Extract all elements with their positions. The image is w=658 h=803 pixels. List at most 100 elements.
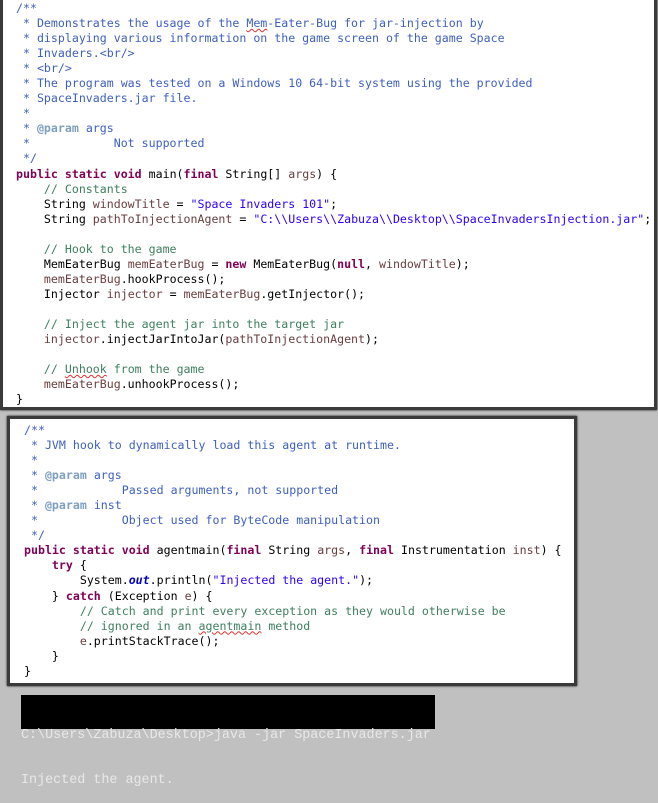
code-line: Injector injector = memEaterBug.getInjec… xyxy=(16,287,651,302)
line-comment: from the game xyxy=(106,362,205,377)
line-comment: // Catch and print every exception as th… xyxy=(24,603,506,618)
code-line: * Passed arguments, not supported xyxy=(24,483,562,498)
code-line: * @param inst xyxy=(24,498,562,513)
code-line: */ xyxy=(16,151,651,166)
line-comment: // ignored in an xyxy=(24,618,199,633)
variable: args xyxy=(288,166,317,181)
variable: windowTitle xyxy=(92,196,170,211)
code-text: ); xyxy=(455,256,470,271)
code-text: ) { xyxy=(540,543,562,558)
javadoc-comment: * The program was tested on a Windows 10… xyxy=(16,76,533,91)
code-text: agentmain( xyxy=(156,543,227,558)
keyword: new xyxy=(225,256,254,271)
keyword: null xyxy=(337,256,366,271)
code-line: e.printStackTrace(); xyxy=(24,634,562,649)
javadoc-comment: inst xyxy=(86,498,122,513)
variable: memEaterBug xyxy=(183,286,261,301)
code-text: /** * Demonstrates the usage of the Mem-… xyxy=(16,1,651,407)
code-text: .unhookProcess(); xyxy=(120,377,240,392)
console-line-output: Injected the agent. xyxy=(21,773,174,788)
code-text: ; xyxy=(330,196,338,211)
code-text: .getInjector(); xyxy=(260,286,366,301)
code-line: MemEaterBug memEaterBug = new MemEaterBu… xyxy=(16,257,651,272)
code-text: .hookProcess(); xyxy=(120,271,226,286)
javadoc-tag: @param xyxy=(44,468,87,483)
keyword: public static void xyxy=(16,166,149,181)
code-line: memEaterBug.hookProcess(); xyxy=(16,272,651,287)
line-comment: // Constants xyxy=(16,181,128,196)
variable: memEaterBug xyxy=(127,256,205,271)
static-field: out xyxy=(128,573,150,588)
code-text: String xyxy=(16,211,93,226)
code-line: System.out.println("Injected the agent."… xyxy=(24,573,562,588)
code-text: System. xyxy=(24,573,129,588)
console-output: C:\Users\Zabuza\Desktop>java -jar SpaceI… xyxy=(21,695,435,788)
code-text: String xyxy=(16,196,93,211)
misspelled-word: Unhook xyxy=(64,362,107,377)
javadoc-comment: * Invaders.<br/> xyxy=(16,46,135,61)
line-comment: // Hook to the game xyxy=(16,241,177,256)
code-line: // Constants xyxy=(16,182,651,197)
code-line: * xyxy=(16,106,651,121)
code-line: * @param args xyxy=(24,468,562,483)
javadoc-comment: * displaying various information on the … xyxy=(16,31,505,46)
javadoc-comment: */ xyxy=(16,151,37,166)
variable: args xyxy=(317,543,346,558)
javadoc-comment: * JVM hook to dynamically load this agen… xyxy=(24,438,401,453)
keyword: final xyxy=(359,543,401,558)
code-line: try { xyxy=(24,558,562,573)
code-text: = xyxy=(169,196,191,211)
javadoc-comment: args xyxy=(78,121,114,136)
code-line: // Unhook from the game xyxy=(16,362,651,377)
variable: inst xyxy=(512,543,541,558)
code-text: } xyxy=(16,392,23,407)
code-text: ); xyxy=(359,573,374,588)
code-text: String[] xyxy=(225,166,289,181)
code-text: = xyxy=(162,286,184,301)
code-line: * Demonstrates the usage of the Mem-Eate… xyxy=(16,16,651,31)
keyword: try xyxy=(24,558,80,573)
javadoc-comment: * xyxy=(24,498,45,513)
code-text: /** * JVM hook to dynamically load this … xyxy=(24,423,562,679)
javadoc-comment: */ xyxy=(24,528,45,543)
code-line: } xyxy=(24,664,562,679)
string-literal: "C:\\Users\\Zabuza\\Desktop\\SpaceInvade… xyxy=(253,211,645,226)
javadoc-comment: * Not supported xyxy=(16,136,205,151)
string-literal: "Space Invaders 101" xyxy=(190,196,331,211)
line-comment: method xyxy=(261,618,311,633)
javadoc-tag: @param xyxy=(36,121,79,136)
variable: pathToInjectionAgent xyxy=(225,332,366,347)
javadoc-comment: * <br/> xyxy=(16,61,72,76)
variable: memEaterBug xyxy=(16,377,121,392)
code-line: public static void main(final String[] a… xyxy=(16,167,651,182)
code-line: /** xyxy=(16,1,651,16)
code-line: * Not supported xyxy=(16,136,651,151)
code-text: ); xyxy=(365,332,379,347)
code-line: memEaterBug.unhookProcess(); xyxy=(16,377,651,392)
code-text: , xyxy=(365,256,379,271)
code-text: .println( xyxy=(149,573,213,588)
keyword: public static void xyxy=(24,543,157,558)
code-text: } xyxy=(24,663,31,678)
code-text: MemEaterBug xyxy=(16,256,128,271)
misspelled-word: agentmain xyxy=(198,618,262,633)
variable: memEaterBug xyxy=(16,271,121,286)
code-line: * Object used for ByteCode manipulation xyxy=(24,513,562,528)
keyword: final xyxy=(226,543,269,558)
keyword: final xyxy=(183,166,226,181)
line-comment: // Inject the agent jar into the target … xyxy=(16,316,345,331)
code-line: // Hook to the game xyxy=(16,242,651,257)
code-line: injector.injectJarIntoJar(pathToInjectio… xyxy=(16,332,651,347)
variable: e xyxy=(24,633,87,648)
code-line: * SpaceInvaders.jar file. xyxy=(16,91,651,106)
code-line: // Inject the agent jar into the target … xyxy=(16,317,651,332)
code-text: .printStackTrace(); xyxy=(86,633,220,648)
code-line: * The program was tested on a Windows 10… xyxy=(16,76,651,91)
code-text: (Exception xyxy=(107,588,185,603)
code-text: , xyxy=(345,543,360,558)
code-line: * JVM hook to dynamically load this agen… xyxy=(24,438,562,453)
javadoc-comment: * xyxy=(16,121,37,136)
